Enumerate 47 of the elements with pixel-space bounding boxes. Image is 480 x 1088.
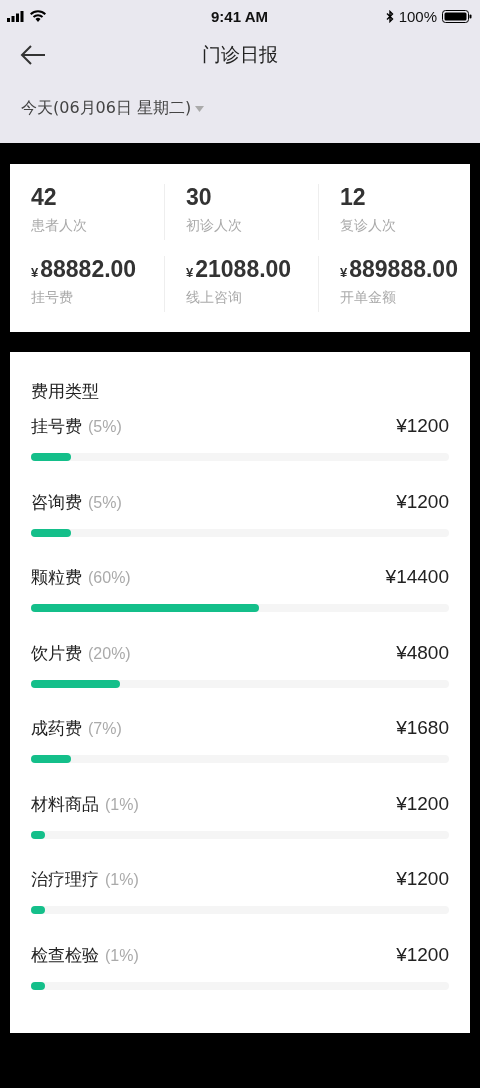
fee-name: 饮片费 <box>31 641 82 665</box>
fee-name: 咨询费 <box>31 490 82 514</box>
page-title: 门诊日报 <box>202 42 278 67</box>
stat-label: 患者人次 <box>31 217 88 235</box>
fee-percent: (5%) <box>88 418 122 436</box>
stat-label: 复诊人次 <box>340 217 397 235</box>
stat-label: 挂号费 <box>31 289 74 307</box>
date-dropdown[interactable]: 今天(06月06日 星期二) <box>21 98 205 119</box>
fee-percent: (1%) <box>105 946 139 965</box>
fee-amount: ¥1200 <box>396 415 449 437</box>
fee-name: 挂号费 <box>31 415 82 438</box>
fee-name: 治疗理疗 <box>31 868 99 891</box>
fee-percent: (7%) <box>88 720 122 738</box>
stat-value: ¥21088.00 <box>186 256 293 283</box>
caret-icon <box>195 105 205 112</box>
fee-amount: ¥1200 <box>396 868 449 890</box>
fee-percent: (1%) <box>105 795 139 814</box>
stat-value: ¥88882.00 <box>31 256 138 283</box>
battery-icon <box>442 9 472 23</box>
fee-percent: (1%) <box>105 871 139 889</box>
fee-amount: ¥14400 <box>385 566 449 588</box>
fee-name: 材料商品 <box>31 792 99 816</box>
fee-name: 检查检验 <box>31 943 99 967</box>
status-time: 9:41 AM <box>211 7 268 25</box>
signal-icon <box>7 10 25 22</box>
fee-name: 颗粒费 <box>31 566 82 589</box>
fee-amount: ¥4800 <box>396 641 449 664</box>
fee-amount: ¥1680 <box>396 717 449 739</box>
fee-amount: ¥1200 <box>396 943 449 966</box>
fee-percent: (5%) <box>88 493 122 512</box>
bluetooth-icon <box>385 9 394 23</box>
stat-label: 初诊人次 <box>186 217 243 235</box>
stat-label: 开单金额 <box>340 289 397 307</box>
fee-percent: (60%) <box>88 569 131 587</box>
fee-percent: (20%) <box>88 644 131 663</box>
section-title: 费用类型 <box>31 380 100 403</box>
stat-value: 12 <box>340 184 367 211</box>
stat-value: ¥889888.00 <box>340 256 459 283</box>
fee-amount: ¥1200 <box>396 490 449 513</box>
stat-label: 线上咨询 <box>186 289 243 307</box>
stat-value: 30 <box>186 184 213 211</box>
fee-amount: ¥1200 <box>396 792 449 815</box>
stat-value: 42 <box>31 184 58 211</box>
battery-percent: 100% <box>398 7 437 25</box>
fee-name: 成药费 <box>31 717 82 740</box>
back-button[interactable] <box>20 45 46 65</box>
wifi-icon <box>30 10 46 22</box>
